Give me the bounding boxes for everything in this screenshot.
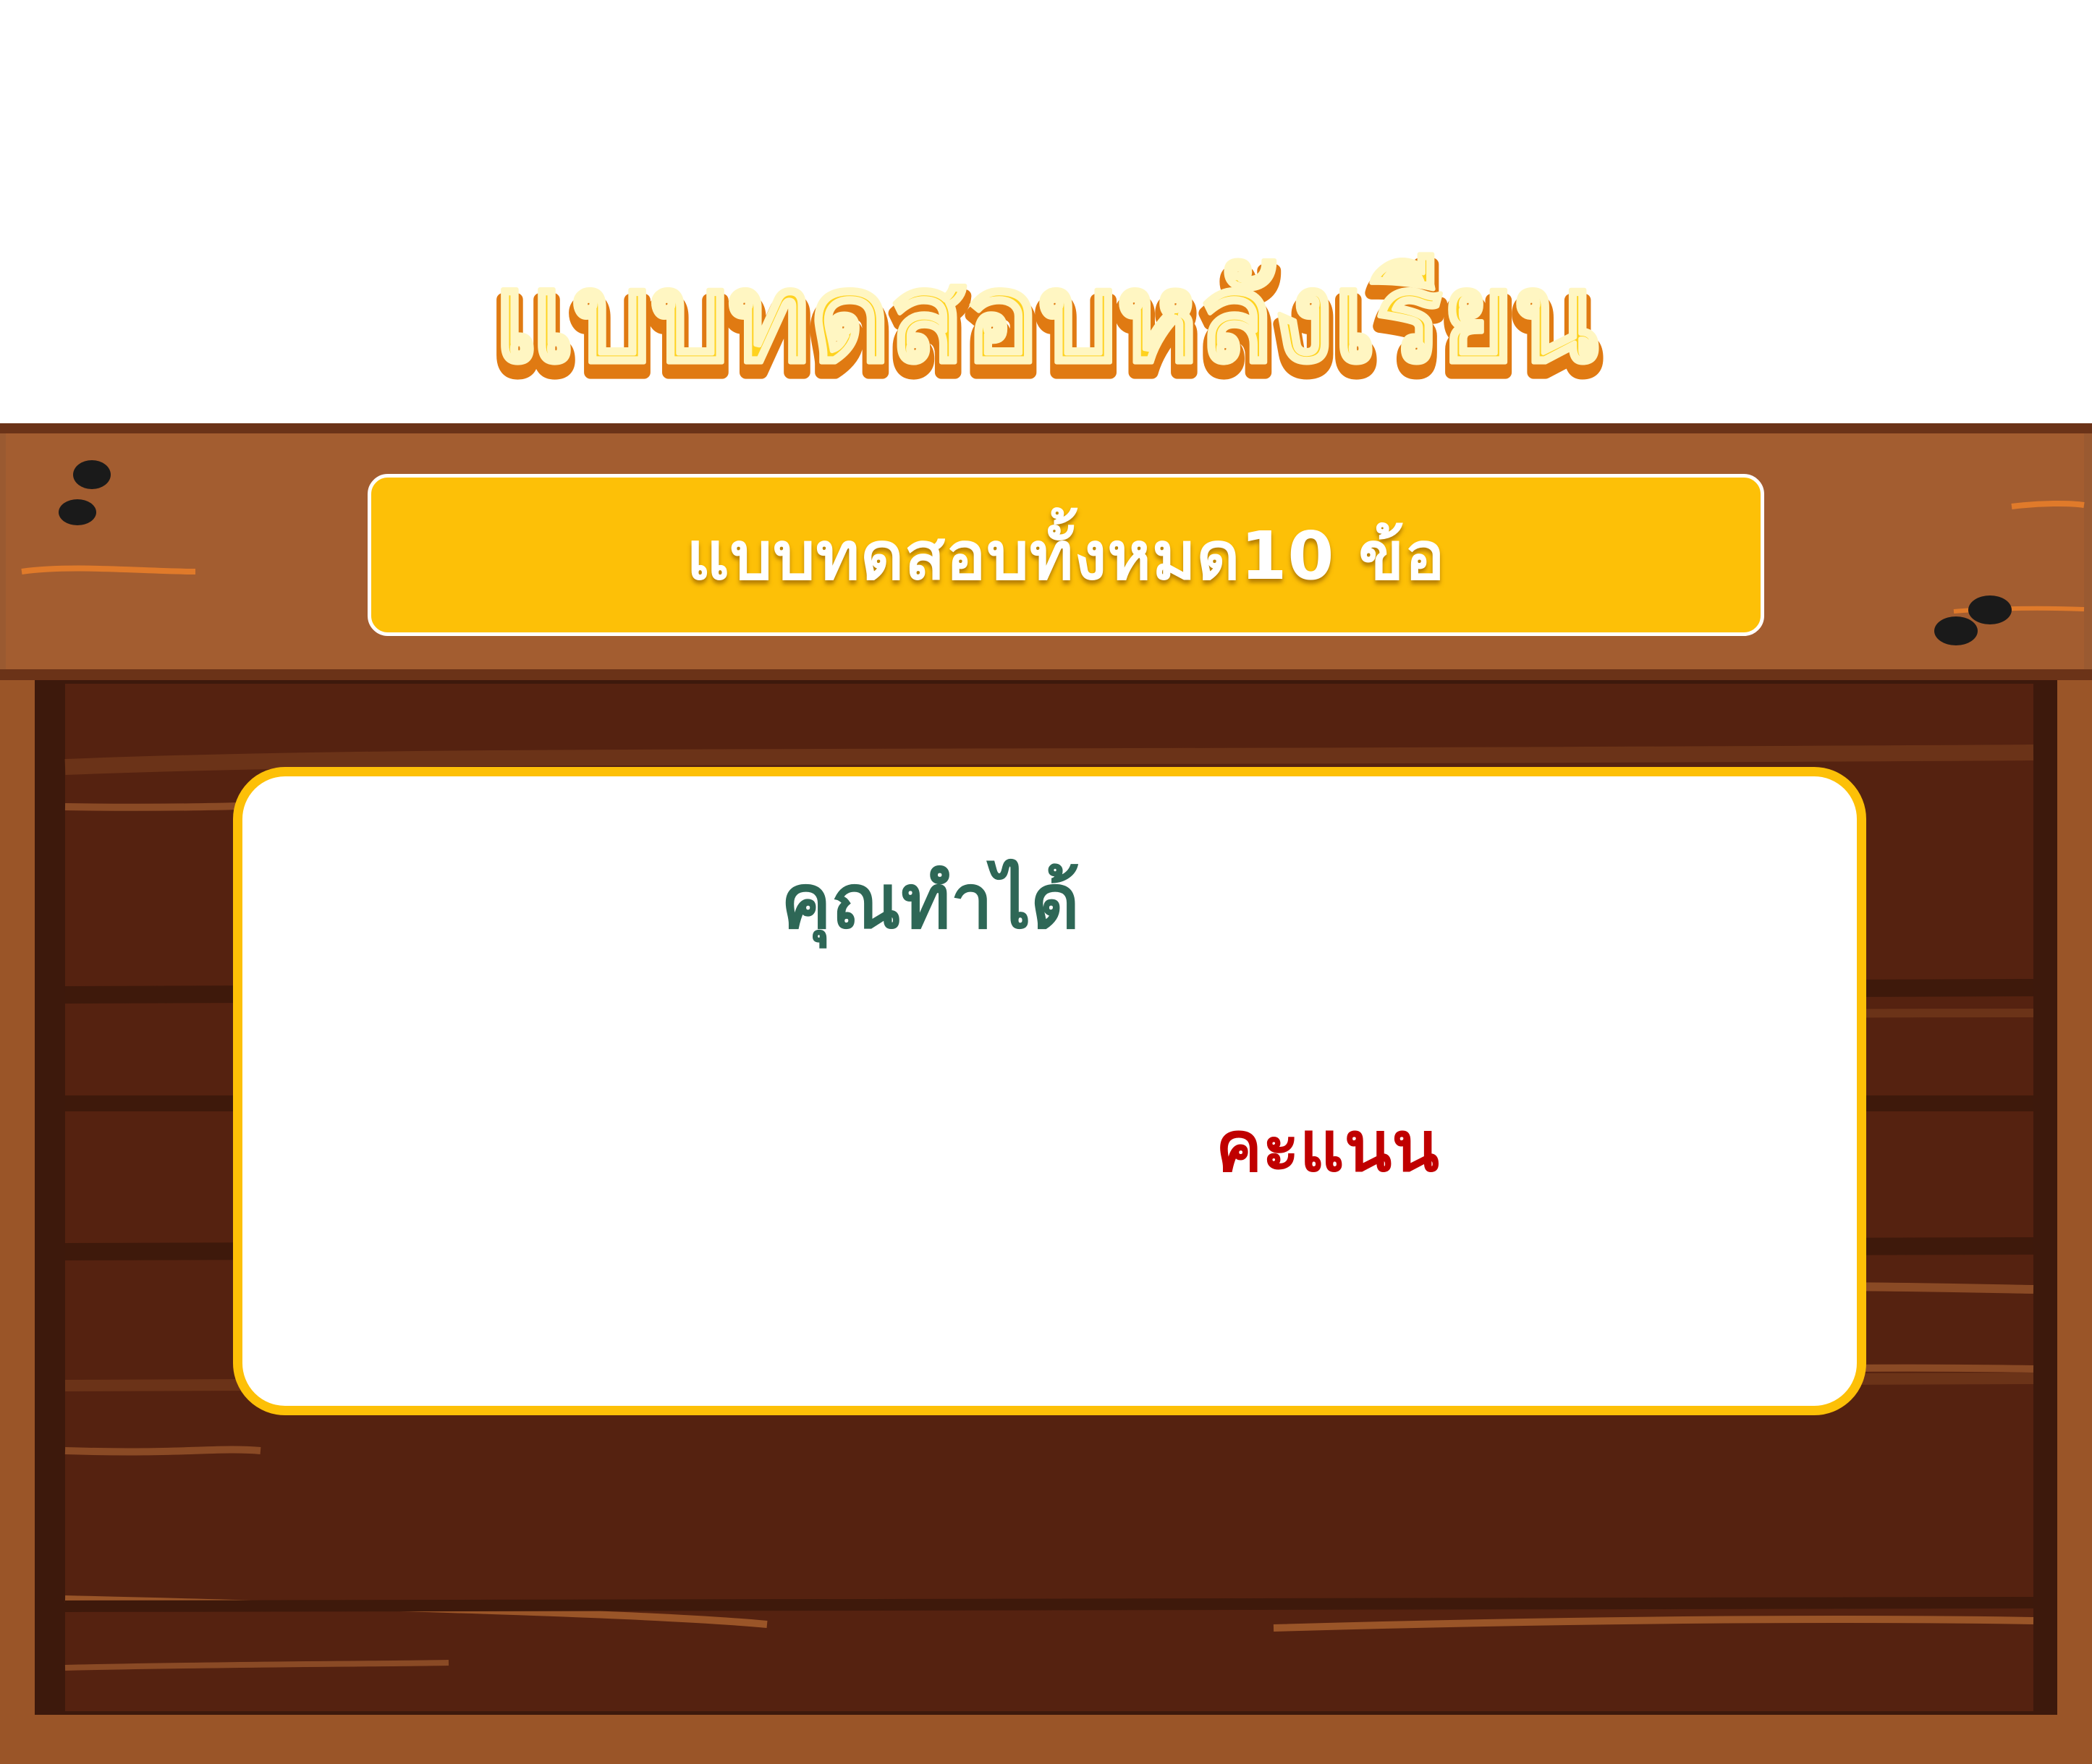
result-lead-text: คุณทำได้ (781, 857, 1080, 946)
score-unit-label: คะแนน (1216, 1106, 1439, 1187)
result-card: คุณทำได้ คะแนน (233, 767, 1866, 1415)
question-count-banner: แบบทดสอบทั้งหมด10 ข้อ (368, 474, 1764, 636)
page-title-wrap: แบบทดสอบหลังเรียน แบบทดสอบหลังเรียน (0, 0, 2092, 427)
page-title: แบบทดสอบหลังเรียน (494, 247, 1598, 390)
page-title-art: แบบทดสอบหลังเรียน แบบทดสอบหลังเรียน (487, 245, 1604, 407)
question-count-text: แบบทดสอบทั้งหมด10 ข้อ (686, 517, 1446, 595)
